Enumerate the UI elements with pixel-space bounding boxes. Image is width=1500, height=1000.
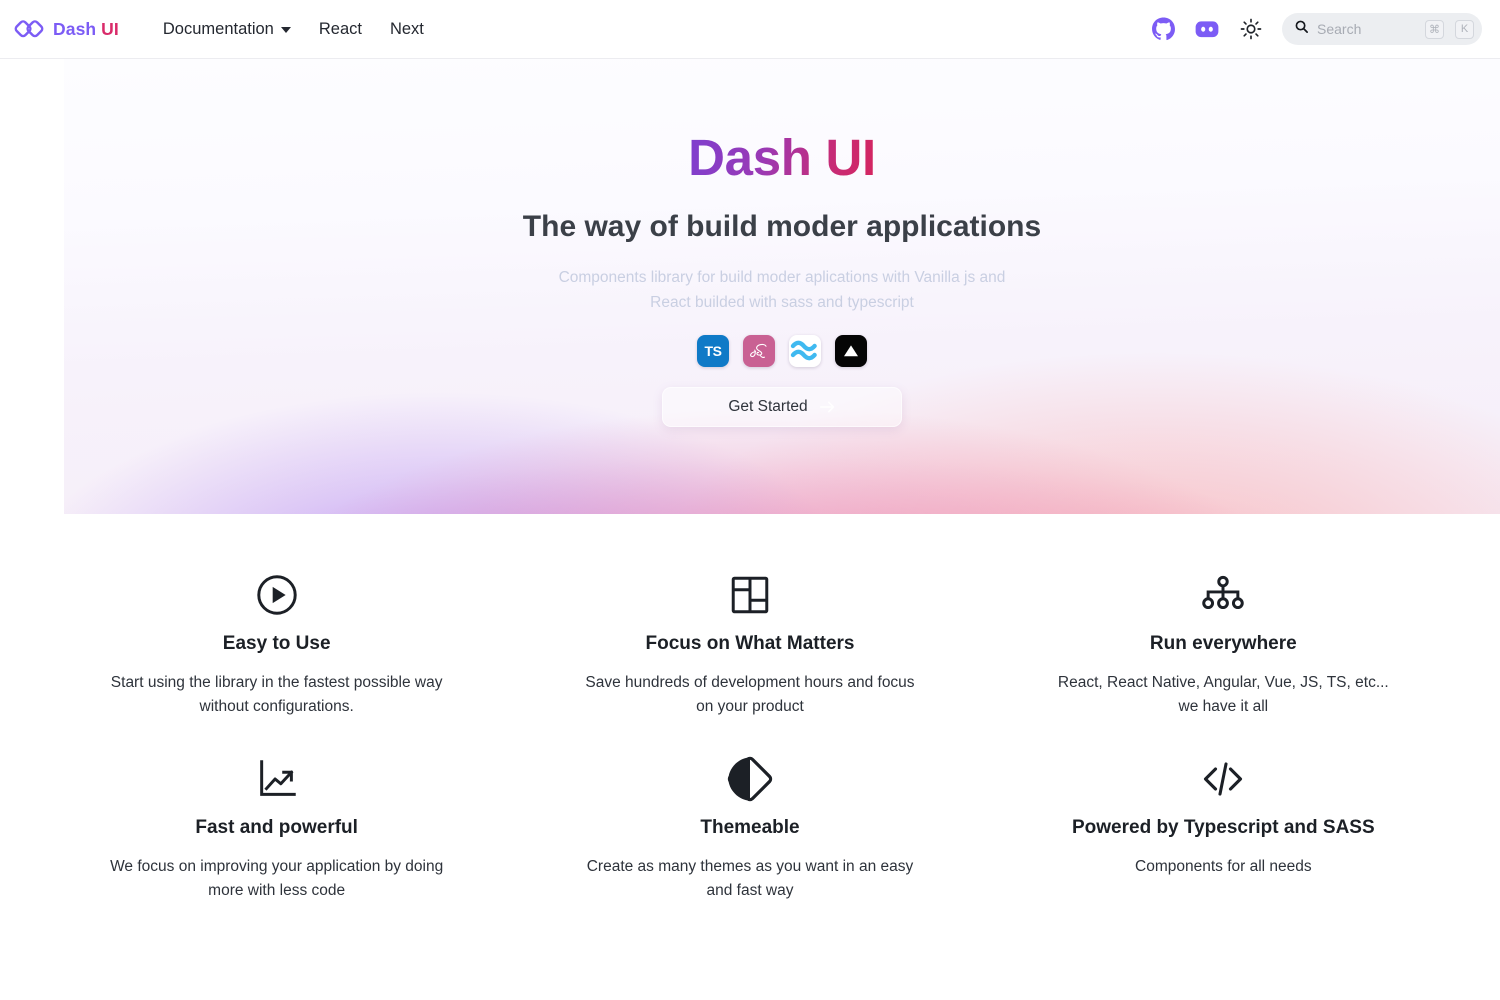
nav-link-react[interactable]: React [305,14,376,45]
get-started-button[interactable]: Get Started [662,386,902,427]
feature-title: Themeable [700,817,800,839]
feature-card-focus-on-what-matters: Focus on What Matters Save hundreds of d… [513,569,986,719]
nav-link-next[interactable]: Next [376,14,438,45]
feature-card-easy-to-use: Easy to Use Start using the library in t… [40,569,513,719]
typescript-icon-label: TS [704,342,722,359]
feature-title: Focus on What Matters [645,633,855,654]
hero-description: Components library for build moder aplic… [558,269,1006,311]
feature-description: Save hundreds of development hours and f… [585,674,915,716]
tech-stack-icons: TS [697,334,867,367]
brand-name-ui: UI [101,18,119,39]
feature-title: Fast and powerful [195,817,358,839]
search-shortcut-k: K [1455,19,1474,39]
nextjs-icon [835,334,867,367]
play-circle-icon [254,569,300,621]
features-grid: Easy to Use Start using the library in t… [0,514,1500,943]
feature-description: We focus on improving your application b… [110,858,444,900]
search-shortcut-cmd: ⌘ [1425,19,1444,39]
search-input[interactable]: Search ⌘ K [1282,13,1482,45]
sass-icon [743,334,775,367]
typescript-icon: TS [697,334,729,367]
hero-title: Dash UI [688,129,876,186]
hero-subtitle: The way of build moder applications [522,209,1042,243]
brand-name: Dash UI [53,19,119,40]
feature-title: Run everywhere [1149,633,1297,654]
feature-card-powered-by-typescript-and-sass: Powered by Typescript and SASS Component… [987,753,1460,903]
feature-description: Create as many themes as you want in an … [586,858,914,900]
chart-line-up-icon [254,753,300,805]
feature-card-run-everywhere: Run everywhere React, React Native, Angu… [987,569,1460,719]
brand-home-link[interactable]: Dash UI [14,14,119,44]
github-icon[interactable] [1150,16,1176,42]
arrow-right-icon [819,400,836,414]
nav-link-documentation-label: Documentation [162,19,274,38]
search-icon [1294,19,1309,39]
search-placeholder: Search [1317,21,1362,37]
vite-icon [789,334,821,367]
chevron-down-icon [280,27,291,33]
feature-title: Powered by Typescript and SASS [1071,817,1375,839]
infinity-diamonds-logo-icon [14,14,44,44]
contrast-diamond-icon [725,753,775,805]
layout-dashboard-icon [727,569,773,621]
feature-card-themeable: Themeable Create as many themes as you w… [513,753,986,903]
feature-description: React, React Native, Angular, Vue, JS, T… [1057,674,1389,716]
sun-theme-icon[interactable] [1238,16,1264,42]
discord-icon[interactable] [1194,16,1220,42]
primary-nav: Documentation React Next [149,14,438,45]
code-slash-icon [1199,753,1247,805]
feature-card-fast-and-powerful: Fast and powerful We focus on improving … [40,753,513,903]
nav-link-next-label: Next [389,19,424,38]
brand-name-dash: Dash [53,18,97,39]
feature-description: Start using the library in the fastest p… [110,674,443,716]
nav-link-react-label: React [318,19,362,38]
sitemap-hierarchy-icon [1200,569,1246,621]
navbar-actions: Search ⌘ K [1150,13,1482,45]
hero-section: Dash UI The way of build moder applicati… [64,59,1500,514]
nav-link-documentation[interactable]: Documentation [149,14,305,45]
top-navbar: Dash UI Documentation React Next Search … [0,0,1500,59]
get-started-label: Get Started [728,397,808,415]
feature-title: Easy to Use [222,633,331,654]
feature-description: Components for all needs [1135,858,1312,876]
